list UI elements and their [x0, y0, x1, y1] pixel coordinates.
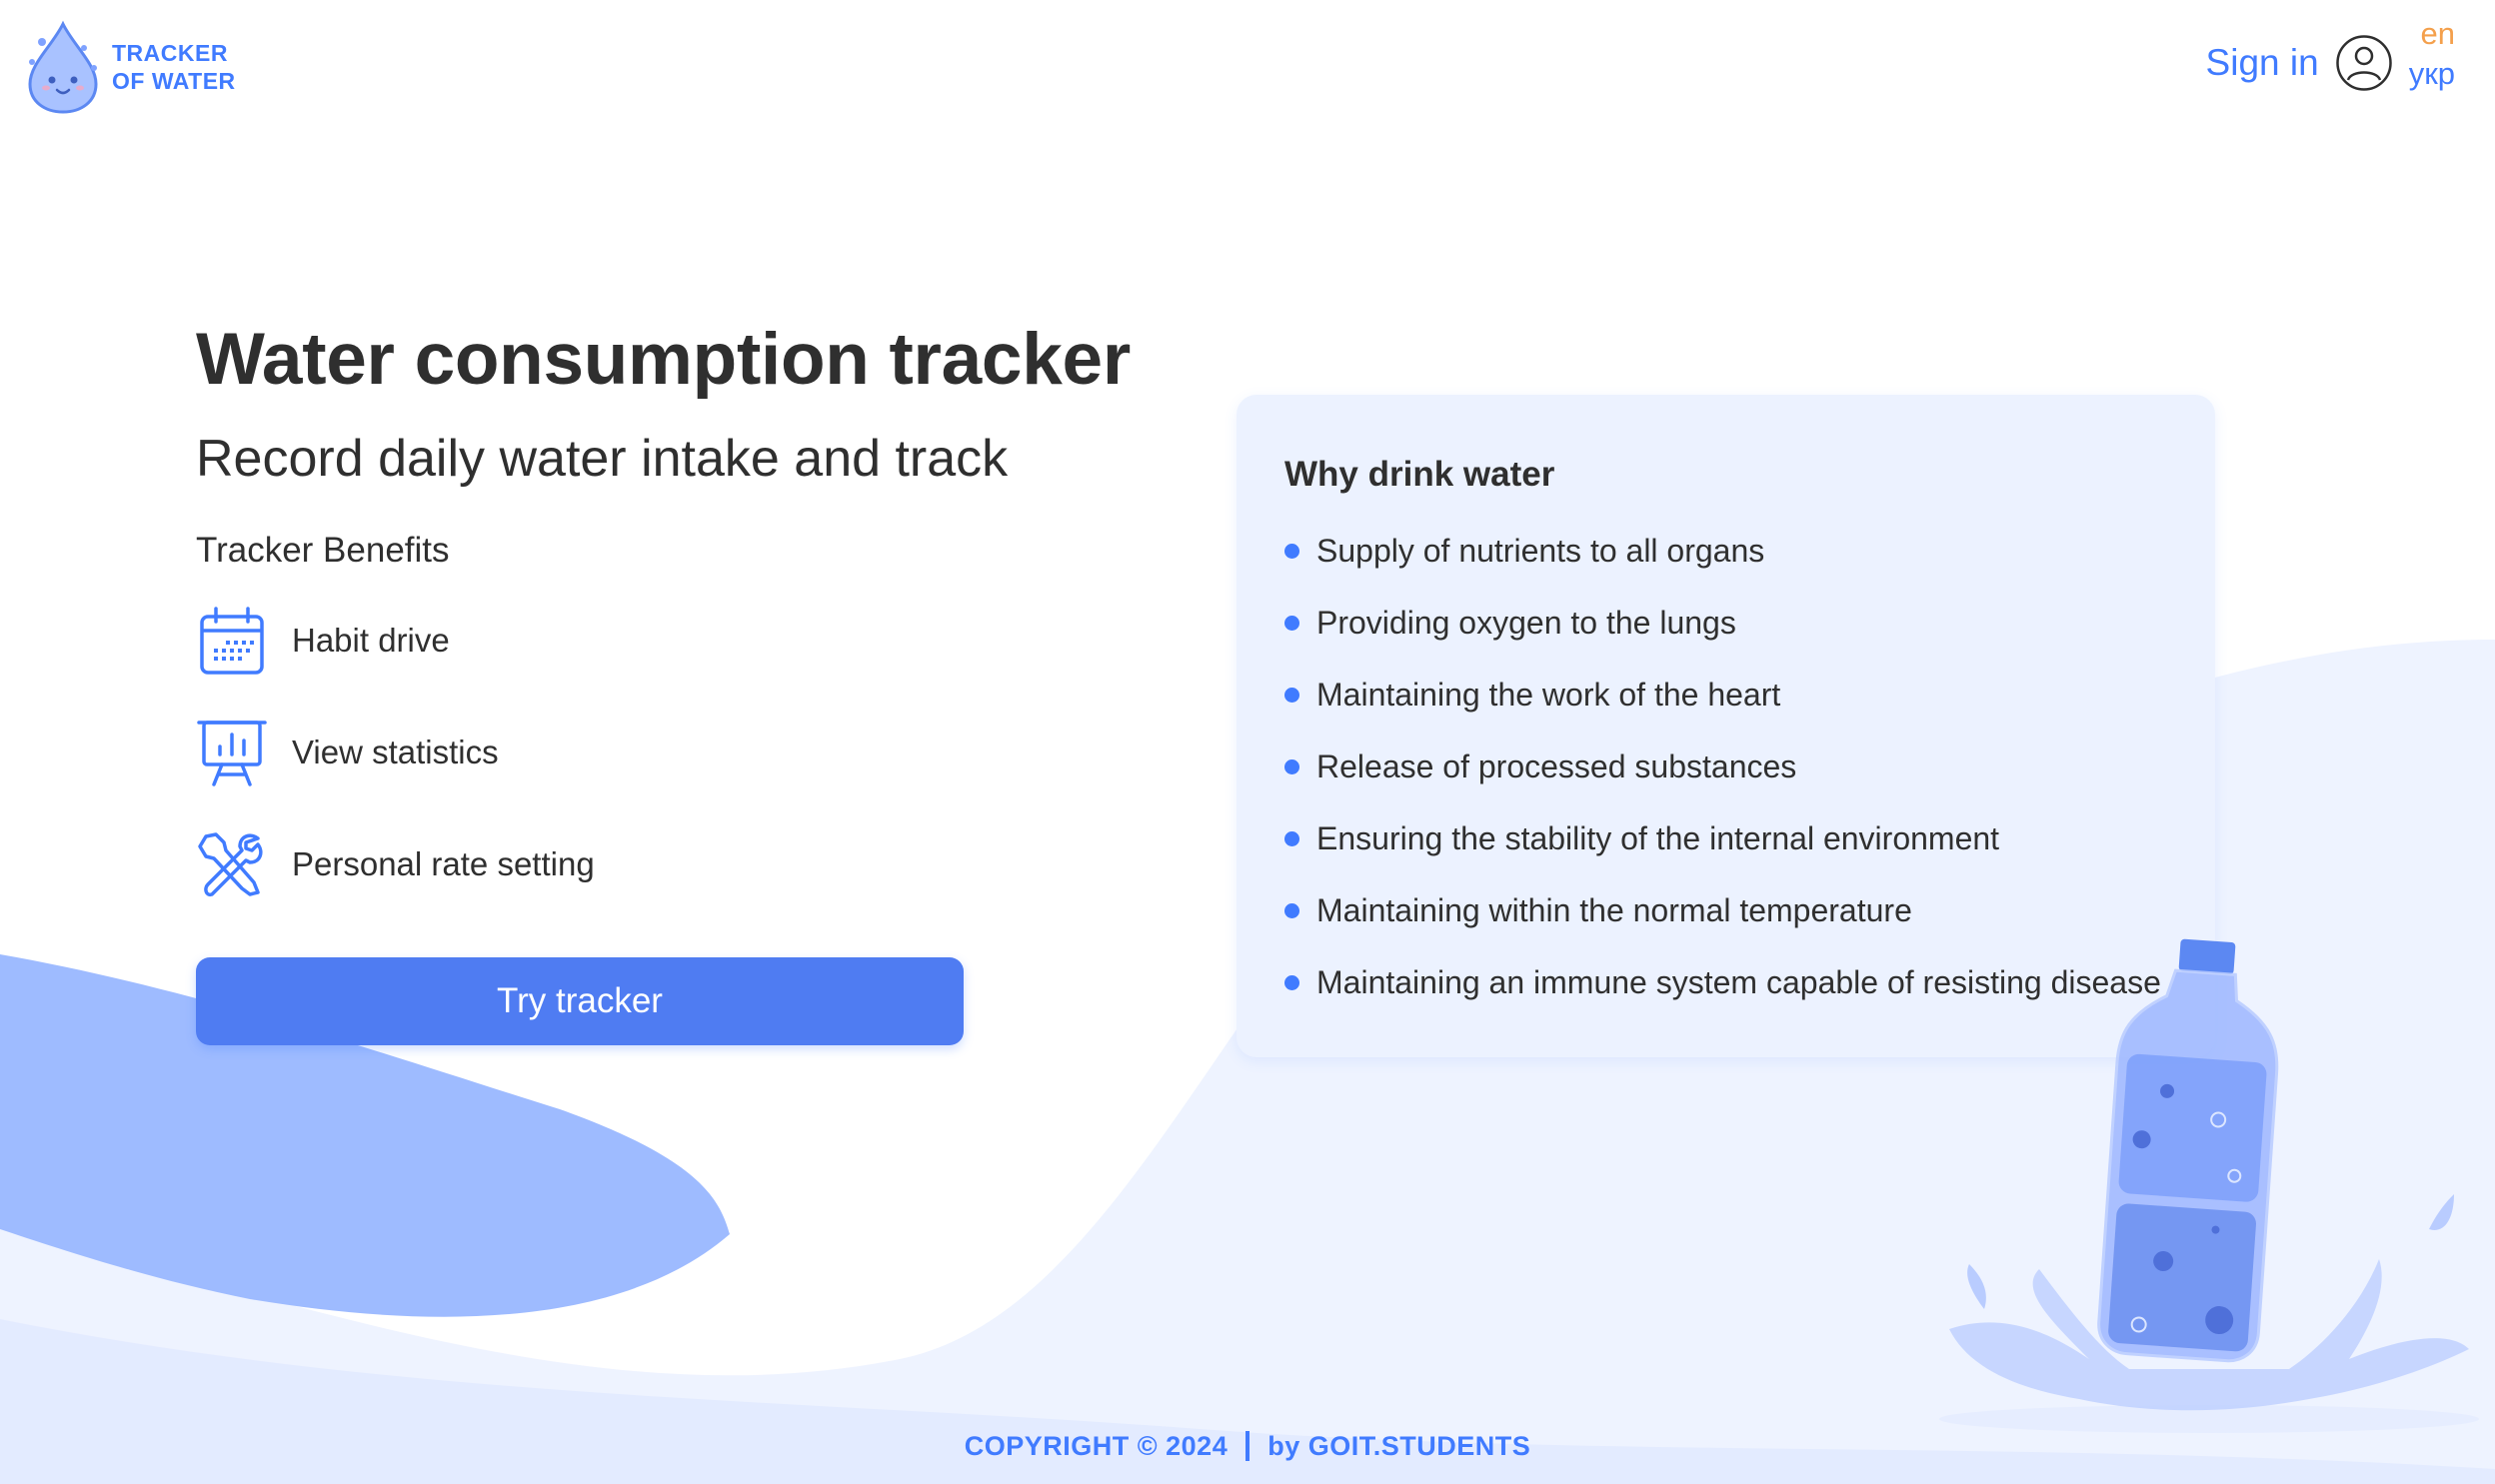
water-drop-logo-icon	[28, 20, 98, 114]
lang-en-option[interactable]: en	[2421, 14, 2455, 54]
why-card-title: Why drink water	[1284, 455, 1555, 494]
logo-text-line2: OF WATER	[112, 68, 236, 94]
sign-in-link[interactable]: Sign in	[2206, 42, 2319, 84]
list-item-text: Release of processed substances	[1316, 747, 1797, 784]
list-item-text: Supply of nutrients to all organs	[1316, 532, 1765, 569]
page-subtitle: Record daily water intake and track	[196, 430, 1009, 488]
bullet-dot-icon	[1284, 830, 1299, 846]
bullet-dot-icon	[1284, 758, 1299, 774]
footer-divider	[1246, 1431, 1250, 1461]
list-item: Release of processed substances	[1284, 731, 2215, 802]
hero-section: Water consumption tracker Record daily w…	[196, 318, 1131, 906]
list-item: Supply of nutrients to all organs	[1284, 515, 2215, 587]
benefits-title: Tracker Benefits	[196, 531, 450, 570]
benefit-label: View statistics	[292, 734, 499, 770]
bullet-dot-icon	[1284, 543, 1299, 559]
list-item-text: Providing oxygen to the lungs	[1316, 604, 1736, 641]
language-switcher: en укр	[2409, 14, 2455, 94]
benefit-label: Habit drive	[292, 622, 450, 659]
footer-copyright: COPYRIGHT © 2024	[964, 1431, 1229, 1461]
benefit-item-view-statistics: View statistics	[196, 711, 1131, 794]
user-avatar-icon[interactable]	[2335, 34, 2393, 92]
list-item: Ensuring the stability of the internal e…	[1284, 802, 2215, 874]
lang-ukr-option[interactable]: укр	[2409, 54, 2455, 94]
logo-text-line1: TRACKER	[112, 40, 228, 66]
water-bottle-splash-illustration	[1939, 938, 2479, 1433]
bullet-dot-icon	[1284, 687, 1299, 703]
footer: COPYRIGHT © 2024 by GOIT.STUDENTS	[0, 1431, 2495, 1462]
logo[interactable]: TRACKER OF WATER	[22, 18, 236, 116]
list-item-text: Ensuring the stability of the internal e…	[1316, 819, 2000, 856]
page-title: Water consumption tracker	[196, 319, 1131, 400]
presentation-chart-icon	[197, 721, 267, 786]
benefit-item-habit-drive: Habit drive	[196, 599, 1131, 683]
calendar-icon	[200, 607, 264, 675]
list-item: Maintaining the work of the heart	[1284, 659, 2215, 731]
footer-credits-link[interactable]: by GOIT.STUDENTS	[1267, 1431, 1530, 1461]
list-item-text: Maintaining within the normal temperatur…	[1316, 891, 1912, 928]
benefit-item-personal-rate: Personal rate setting	[196, 822, 1131, 906]
list-item-text: Maintaining the work of the heart	[1316, 676, 1781, 713]
tools-icon	[198, 832, 263, 897]
list-item: Providing oxygen to the lungs	[1284, 587, 2215, 659]
header-actions: Sign in en укр	[2206, 16, 2455, 94]
try-tracker-button[interactable]: Try tracker	[196, 957, 964, 1045]
benefit-label: Personal rate setting	[292, 845, 595, 882]
bullet-dot-icon	[1284, 902, 1299, 918]
bullet-dot-icon	[1284, 974, 1299, 990]
bullet-dot-icon	[1284, 615, 1299, 631]
